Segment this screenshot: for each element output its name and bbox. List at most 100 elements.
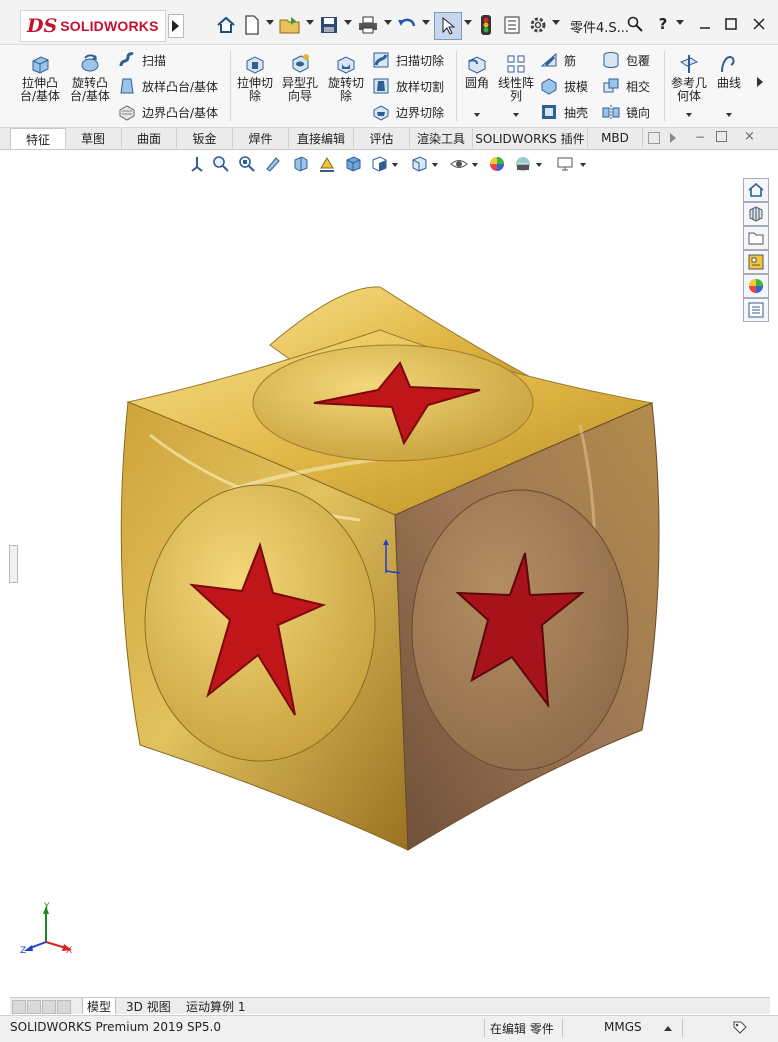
ref-geometry-button[interactable]: 参考几 何体 [668, 53, 710, 103]
units-dropdown-icon[interactable] [664, 1026, 672, 1031]
menu-expand-button[interactable] [168, 14, 184, 38]
open-dropdown-icon[interactable] [306, 20, 314, 25]
linear-pattern-button[interactable]: 线性阵 列 [496, 53, 536, 103]
home-icon[interactable] [214, 12, 238, 38]
select-dropdown-icon[interactable] [464, 20, 472, 25]
tab-evaluate[interactable]: 评估 [354, 128, 410, 148]
boundary-boss-button[interactable]: 边界凸台/基体 [118, 103, 218, 121]
tab-direct-editing[interactable]: 直接编辑 [289, 128, 354, 148]
select-icon[interactable] [434, 12, 462, 40]
tab-sheet-metal[interactable]: 钣金 [177, 128, 233, 148]
view-cube-icon[interactable] [344, 155, 362, 173]
scene-dropdown-icon[interactable] [536, 163, 542, 167]
tab-features[interactable]: 特征 [10, 128, 66, 149]
new-dropdown-icon[interactable] [266, 20, 274, 25]
close-button[interactable] [748, 12, 770, 36]
pattern-dropdown-icon[interactable] [513, 113, 519, 117]
hide-show-icon[interactable] [410, 155, 428, 173]
extrude-cut-button[interactable]: 拉伸切 除 [234, 53, 276, 103]
view-settings-icon[interactable] [556, 155, 574, 173]
tab-close-icon[interactable]: × [744, 129, 755, 144]
minimize-button[interactable] [694, 12, 716, 36]
tab-solidworks-addins[interactable]: SOLIDWORKS 插件 [473, 128, 588, 148]
first-tab-nav-icon[interactable] [12, 1000, 26, 1014]
gear-icon[interactable] [528, 12, 548, 38]
intersect-button[interactable]: 相交 [602, 77, 650, 95]
next-tab-nav-icon[interactable] [42, 1000, 56, 1014]
section-view-icon[interactable] [292, 155, 310, 173]
eye-dropdown-icon[interactable] [472, 163, 478, 167]
design-library-icon[interactable] [743, 202, 769, 226]
search-icon[interactable] [624, 12, 646, 36]
zoom-to-fit-icon[interactable] [212, 155, 230, 173]
prev-tab-nav-icon[interactable] [27, 1000, 41, 1014]
sweep-cut-button[interactable]: 扫描切除 [372, 51, 444, 69]
shell-button[interactable]: 抽壳 [540, 103, 588, 121]
tab-restore-icon[interactable] [716, 131, 727, 142]
fillet-dropdown-icon[interactable] [474, 113, 480, 117]
resources-home-icon[interactable] [743, 178, 769, 202]
print-icon[interactable] [356, 12, 380, 38]
previous-view-icon[interactable] [264, 155, 282, 173]
tab-mbd[interactable]: MBD [588, 128, 643, 148]
extrude-boss-button[interactable]: 拉伸凸 台/基体 [18, 53, 62, 103]
scene-icon[interactable] [514, 155, 532, 173]
tab-3d-views[interactable]: 3D 视图 [122, 998, 175, 1014]
appearances-scenes-icon[interactable] [743, 274, 769, 298]
open-file-icon[interactable] [278, 12, 302, 38]
appearance-icon[interactable] [488, 155, 506, 173]
options-dropdown-icon[interactable] [552, 20, 560, 25]
view-settings-dropdown-icon[interactable] [580, 163, 586, 167]
curves-button[interactable]: 曲线 [712, 53, 746, 90]
last-tab-nav-icon[interactable] [57, 1000, 71, 1014]
traffic-light-icon[interactable] [478, 12, 494, 38]
eye-icon[interactable] [450, 155, 468, 173]
ribbon-scroll-right-icon[interactable] [757, 77, 763, 87]
revolve-boss-button[interactable]: 旋转凸 台/基体 [68, 53, 112, 103]
file-props-icon[interactable] [502, 12, 522, 38]
display-style-dropdown-icon[interactable] [392, 163, 398, 167]
tab-minimize-icon[interactable]: − [695, 130, 705, 144]
draft-button[interactable]: 拔模 [540, 77, 588, 95]
hide-show-dropdown-icon[interactable] [432, 163, 438, 167]
tab-scroll-icon[interactable] [670, 133, 676, 143]
loft-cut-button[interactable]: 放样切割 [372, 77, 444, 95]
fillet-button[interactable]: 圆角 [460, 53, 494, 90]
help-button[interactable]: ? [652, 12, 674, 36]
tab-surfaces[interactable]: 曲面 [122, 128, 177, 148]
undo-icon[interactable] [396, 12, 418, 38]
hole-wizard-button[interactable]: 异型孔 向导 [279, 53, 321, 103]
ref-geometry-dropdown-icon[interactable] [686, 113, 692, 117]
tab-model[interactable]: 模型 [82, 998, 117, 1014]
feature-manager-collapse-handle[interactable] [9, 545, 18, 583]
view-orientation-icon[interactable] [188, 155, 206, 173]
help-dropdown-icon[interactable] [676, 20, 684, 25]
save-dropdown-icon[interactable] [344, 20, 352, 25]
tab-weldments[interactable]: 焊件 [233, 128, 289, 148]
panel-toggle-icon[interactable] [648, 132, 660, 144]
tag-icon[interactable] [732, 1020, 748, 1036]
mirror-button[interactable]: 镜向 [602, 103, 650, 121]
model-graphics-area[interactable] [110, 275, 670, 865]
undo-dropdown-icon[interactable] [422, 20, 430, 25]
dynamic-annotation-icon[interactable] [318, 155, 336, 173]
solidworks-logo[interactable]: DS SOLIDWORKS [20, 10, 166, 42]
display-style-icon[interactable] [370, 155, 388, 173]
custom-properties-icon[interactable] [743, 298, 769, 322]
maximize-button[interactable] [720, 12, 742, 36]
rib-button[interactable]: 筋 [540, 51, 576, 69]
tab-motion-study[interactable]: 运动算例 1 [182, 998, 249, 1014]
tab-render-tools[interactable]: 渲染工具 [410, 128, 473, 148]
revolve-cut-button[interactable]: 旋转切 除 [324, 53, 368, 103]
boundary-cut-button[interactable]: 边界切除 [372, 103, 444, 121]
new-file-icon[interactable] [242, 12, 262, 38]
view-palette-icon[interactable] [743, 250, 769, 274]
tab-sketch[interactable]: 草图 [65, 128, 122, 148]
unit-system[interactable]: MMGS [604, 1020, 642, 1034]
sweep-button[interactable]: 扫描 [118, 51, 166, 69]
curves-dropdown-icon[interactable] [726, 113, 732, 117]
wrap-button[interactable]: 包覆 [602, 51, 650, 69]
file-explorer-icon[interactable] [743, 226, 769, 250]
print-dropdown-icon[interactable] [384, 20, 392, 25]
save-icon[interactable] [318, 12, 340, 38]
